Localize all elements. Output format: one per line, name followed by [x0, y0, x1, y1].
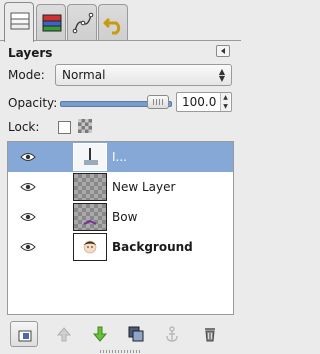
raise-layer-button[interactable] — [50, 321, 78, 347]
duplicate-layer-icon — [128, 326, 144, 342]
lower-layer-button[interactable] — [86, 321, 114, 347]
delete-layer-button[interactable] — [196, 321, 224, 347]
layer-name: I... — [112, 150, 127, 164]
raise-layer-icon — [56, 327, 72, 342]
undo-history-icon — [103, 17, 121, 35]
tab-divider — [0, 40, 241, 41]
new-layer-button[interactable] — [10, 321, 38, 347]
bow-preview — [83, 219, 97, 225]
channels-icon — [42, 14, 62, 32]
lock-label: Lock: — [8, 120, 40, 134]
eye-icon[interactable] — [20, 242, 36, 252]
eye-icon[interactable] — [20, 182, 36, 192]
layer-thumbnail — [73, 233, 107, 261]
tab-channels[interactable] — [36, 4, 66, 40]
mode-label: Mode: — [8, 68, 45, 82]
lock-pixels-checkbox[interactable] — [58, 121, 71, 134]
spin-arrows-icon[interactable]: ▲ ▼ — [220, 93, 230, 111]
layer-name: Background — [112, 240, 193, 254]
layer-row[interactable]: I... — [8, 142, 233, 172]
layer-row[interactable]: Background — [8, 232, 233, 262]
background-preview — [83, 240, 97, 254]
layer-thumbnail — [73, 173, 107, 201]
text-layer-preview — [84, 148, 98, 165]
layer-row[interactable]: New Layer — [8, 172, 233, 202]
chevron-up-down-icon: ▲ ▼ — [218, 67, 225, 83]
opacity-label: Opacity: — [8, 96, 58, 110]
layers-toolbar — [0, 316, 241, 350]
eye-icon[interactable] — [20, 152, 36, 162]
new-layer-icon — [18, 330, 32, 342]
layers-list: I... New Layer Bow Background — [7, 141, 234, 315]
layer-thumbnail — [73, 203, 107, 231]
tab-layers[interactable] — [4, 2, 34, 42]
layers-icon — [10, 12, 30, 30]
panel-menu-button[interactable] — [216, 45, 230, 57]
layer-name: New Layer — [112, 180, 176, 194]
tab-undo-history[interactable] — [98, 4, 128, 40]
mode-value: Normal — [62, 68, 106, 82]
eye-icon[interactable] — [20, 212, 36, 222]
lock-alpha-icon[interactable] — [78, 119, 92, 133]
paths-icon — [72, 12, 94, 34]
layer-name: Bow — [112, 210, 138, 224]
delete-layer-icon — [205, 328, 215, 342]
duplicate-layer-button[interactable] — [122, 321, 150, 347]
opacity-spinbutton[interactable]: 100.0 ▲ ▼ — [176, 92, 232, 112]
anchor-layer-icon — [166, 326, 178, 342]
opacity-value: 100.0 — [182, 95, 217, 109]
lower-layer-icon — [92, 326, 108, 342]
layer-row[interactable]: Bow — [8, 202, 233, 232]
opacity-slider-handle[interactable] — [147, 95, 169, 109]
anchor-layer-button[interactable] — [158, 321, 186, 347]
layer-thumbnail — [73, 143, 107, 171]
tab-paths[interactable] — [67, 4, 97, 40]
dock-tabs — [0, 0, 241, 42]
panel-title: Layers — [8, 46, 53, 60]
mode-select[interactable]: Normal ▲ ▼ — [55, 64, 232, 86]
resize-grip[interactable] — [100, 350, 140, 353]
